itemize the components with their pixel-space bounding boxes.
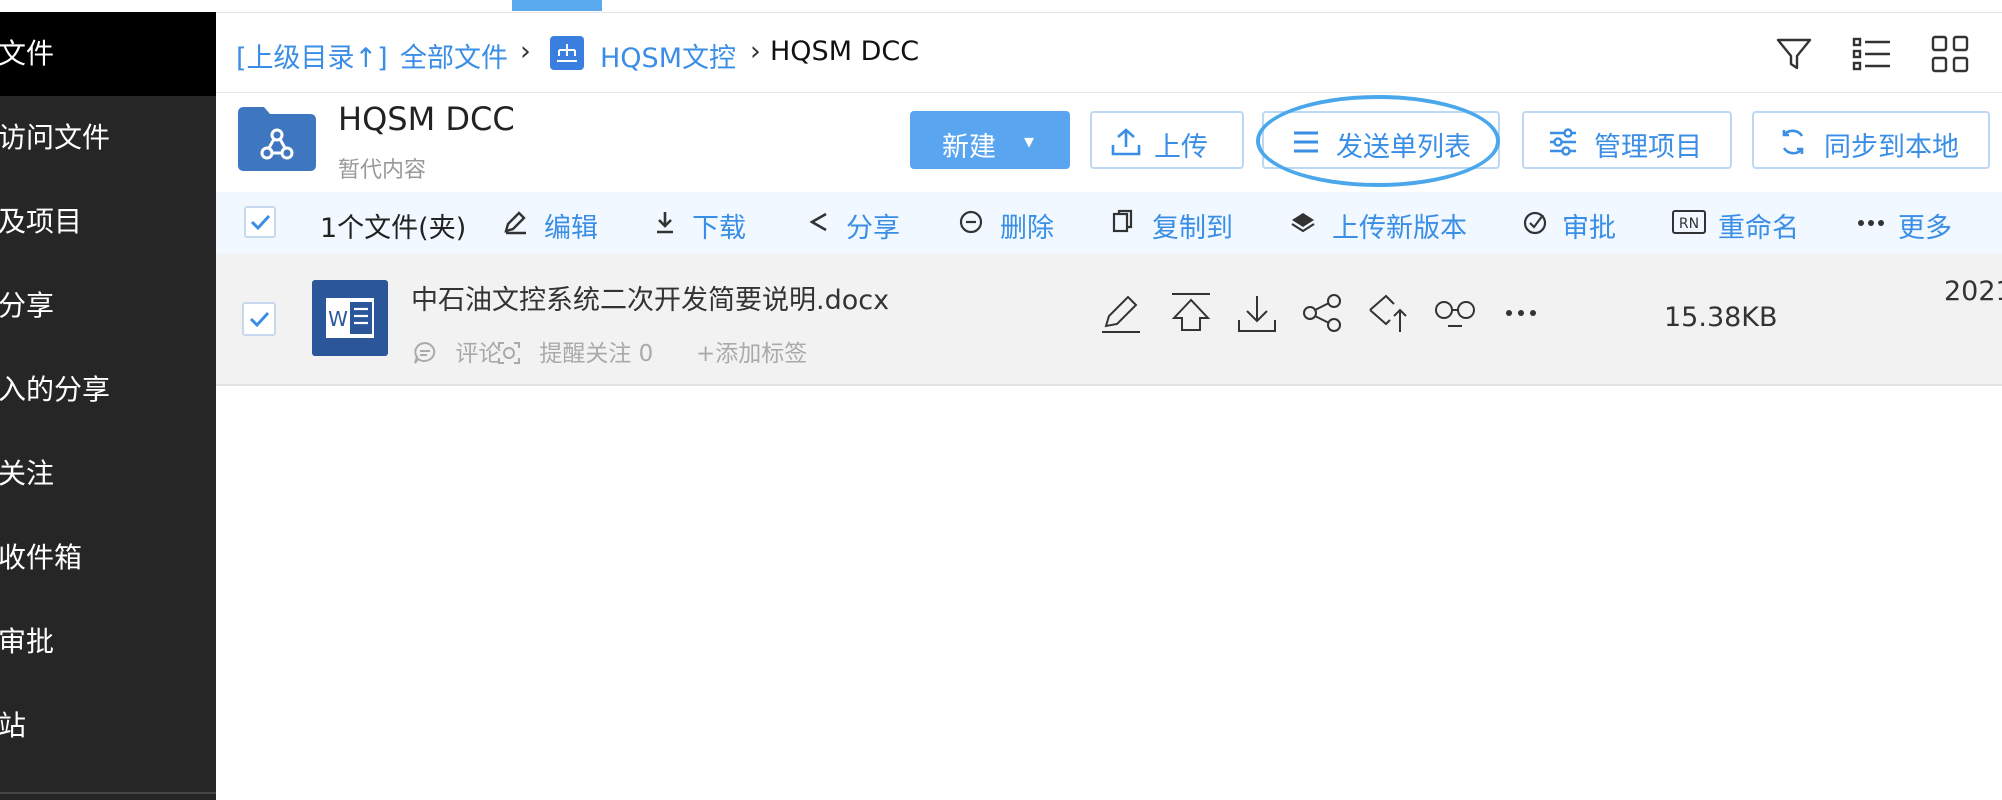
more-options-icon[interactable] xyxy=(1498,290,1544,336)
select-all-checkbox[interactable] xyxy=(244,206,276,238)
breadcrumb-separator: › xyxy=(750,36,761,67)
remind-follow-link[interactable]: 提醒关注 0 xyxy=(496,334,653,368)
parent-directory-link[interactable]: [上级目录↑] xyxy=(236,36,388,75)
comment-link[interactable]: 评论 xyxy=(412,334,501,368)
sidebar-item-label: 的审批 xyxy=(0,625,55,658)
folder-title: HQSM DCC xyxy=(338,100,515,138)
word-document-icon: W xyxy=(312,280,388,356)
comment-label: 评论 xyxy=(455,341,502,367)
project-icon xyxy=(550,36,584,70)
breadcrumb: [上级目录↑] 全部文件 › HQSM文控 › HQSM DCC xyxy=(216,12,2002,93)
sidebar-item-projects[interactable]: 的及项目 xyxy=(0,180,216,264)
edit-icon[interactable] xyxy=(1098,290,1144,336)
table-row[interactable]: W 中石油文控系统二次开发简要说明.docx 评论 提醒关注 0 +添加标签 1… xyxy=(216,254,2002,386)
send-list-button-label: 发送单列表 xyxy=(1336,132,1471,163)
upload-button[interactable]: 上传 xyxy=(1090,111,1244,169)
delete-action-label: 删除 xyxy=(1000,213,1054,244)
sidebar-item-my-shares[interactable]: 的分享 xyxy=(0,264,216,348)
sidebar-item-recycle-bin[interactable]: 收站 xyxy=(0,684,216,768)
watch-glasses-icon[interactable] xyxy=(1432,290,1478,336)
sync-local-button[interactable]: 同步到本地 xyxy=(1752,111,1990,169)
add-tag-link[interactable]: +添加标签 xyxy=(696,334,807,368)
filter-icon[interactable] xyxy=(1772,32,1816,76)
comment-icon xyxy=(414,341,436,364)
new-button[interactable]: 新建 ▾ xyxy=(910,111,1070,169)
sidebar-item-recent[interactable]: 近访问文件 xyxy=(0,96,216,180)
rename-icon: RN xyxy=(1672,210,1706,234)
layers-icon xyxy=(1291,213,1315,233)
sidebar-item-label: 部文件 xyxy=(0,37,55,70)
upload-button-label: 上传 xyxy=(1154,132,1208,163)
selection-action-bar: 1个文件(夹) 编辑 下载 分享 删除 复制到 上传新版本 审批 RN 重命名 … xyxy=(216,192,2002,254)
share-icon[interactable] xyxy=(1300,290,1346,336)
sidebar-item-joined-shares[interactable]: 加入的分享 xyxy=(0,348,216,432)
sidebar-item-inbox[interactable]: 的收件箱 xyxy=(0,516,216,600)
copy-icon xyxy=(1112,209,1133,233)
sidebar-item-label: 近访问文件 xyxy=(0,121,111,154)
menu-icon xyxy=(1294,131,1318,153)
selection-count: 1个文件(夹) xyxy=(320,213,467,244)
share-icon xyxy=(809,212,827,232)
sidebar: 部文件 近访问文件 的及项目 的分享 加入的分享 的关注 的收件箱 的审批 收站 xyxy=(0,12,216,800)
breadcrumb-project[interactable]: HQSM文控 xyxy=(600,36,736,75)
upload-new-version-label: 上传新版本 xyxy=(1332,213,1467,244)
file-name[interactable]: 中石油文控系统二次开发简要说明.docx xyxy=(411,278,889,317)
active-tab-indicator xyxy=(512,0,602,11)
upload-version-icon[interactable] xyxy=(1168,290,1214,336)
breadcrumb-separator: › xyxy=(520,36,531,67)
sidebar-item-follows[interactable]: 的关注 xyxy=(0,432,216,516)
list-view-icon[interactable] xyxy=(1850,32,1894,76)
download-action-label: 下载 xyxy=(692,213,746,244)
row-checkbox[interactable] xyxy=(242,302,276,336)
sync-local-button-label: 同步到本地 xyxy=(1824,132,1959,163)
send-list-button[interactable]: 发送单列表 xyxy=(1262,111,1500,169)
more-action-label: 更多 xyxy=(1898,213,1952,244)
share-action-label: 分享 xyxy=(846,213,900,244)
sidebar-item-approvals[interactable]: 的审批 xyxy=(0,600,216,684)
sidebar-divider xyxy=(0,792,216,794)
more-dots-icon xyxy=(1858,220,1884,226)
grid-view-icon[interactable] xyxy=(1928,32,1972,76)
edit-action-label: 编辑 xyxy=(544,213,598,244)
svg-text:W: W xyxy=(328,307,348,331)
new-button-label: 新建 xyxy=(942,132,996,163)
check-icon xyxy=(249,311,270,328)
folder-icon xyxy=(238,107,316,171)
folder-subtitle: 暂代内容 xyxy=(338,158,427,183)
approve-check-icon xyxy=(1523,211,1547,235)
file-date: 2021 xyxy=(1944,276,2002,307)
approve-action-label: 审批 xyxy=(1562,213,1616,244)
sidebar-item-all-files[interactable]: 部文件 xyxy=(0,12,216,96)
sidebar-item-label: 的收件箱 xyxy=(0,541,83,574)
sync-icon xyxy=(1782,129,1804,155)
sidebar-item-label: 的关注 xyxy=(0,457,55,490)
sidebar-item-label: 的及项目 xyxy=(0,205,83,238)
breadcrumb-current: HQSM DCC xyxy=(770,36,920,67)
sidebar-item-label: 收站 xyxy=(0,709,27,742)
move-up-icon[interactable] xyxy=(1366,290,1412,336)
breadcrumb-all-files[interactable]: 全部文件 xyxy=(400,36,508,75)
settings-sliders-icon xyxy=(1550,128,1576,156)
minus-circle-icon xyxy=(959,210,983,234)
pencil-icon xyxy=(504,211,526,235)
download-icon[interactable] xyxy=(1234,290,1280,336)
rename-action-label: 重命名 xyxy=(1718,213,1799,244)
upload-icon xyxy=(1111,128,1141,156)
manage-project-button[interactable]: 管理项目 xyxy=(1522,111,1732,169)
file-size: 15.38KB xyxy=(1664,302,1778,333)
chevron-down-icon: ▾ xyxy=(1024,129,1035,153)
manage-project-button-label: 管理项目 xyxy=(1594,132,1702,163)
sidebar-item-label: 加入的分享 xyxy=(0,373,111,406)
download-icon xyxy=(657,212,673,234)
remind-follow-label: 提醒关注 0 xyxy=(539,341,654,367)
svg-text:RN: RN xyxy=(1679,216,1699,232)
check-icon xyxy=(250,214,271,231)
remind-icon xyxy=(498,342,520,364)
copy-to-action-label: 复制到 xyxy=(1152,213,1233,244)
sidebar-item-label: 的分享 xyxy=(0,289,55,322)
